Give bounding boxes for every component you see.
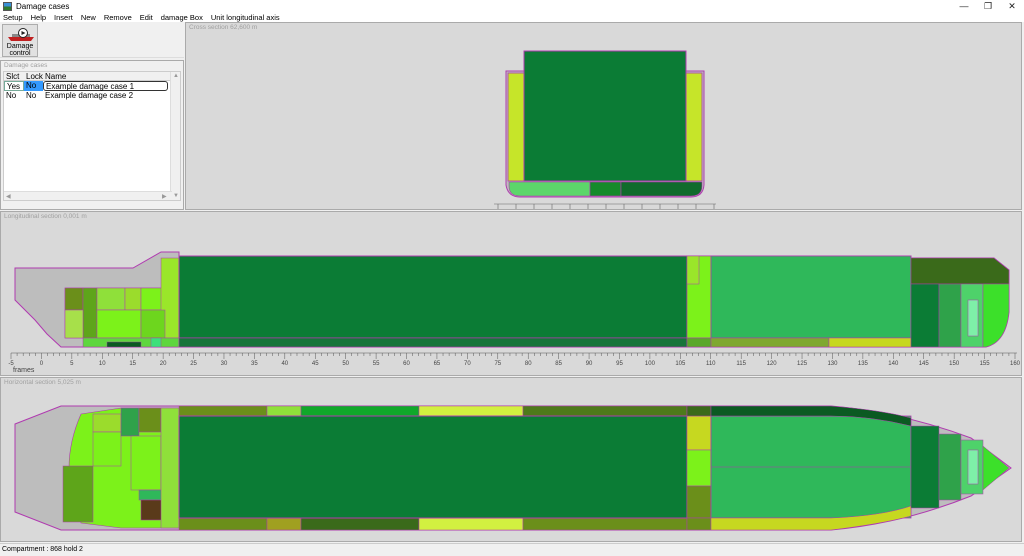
- frame-tick-label: 45: [312, 361, 319, 367]
- frame-tick-label: 65: [434, 361, 441, 367]
- menu-setup[interactable]: Setup: [3, 13, 23, 22]
- table-row[interactable]: No No Example damage case 2: [4, 91, 180, 101]
- menu-bar: Setup Help Insert New Remove Edit damage…: [0, 12, 1024, 22]
- cross-section-view[interactable]: [186, 23, 1023, 211]
- frame-tick-label: 70: [464, 361, 471, 367]
- frame-tick-label: 135: [858, 361, 869, 367]
- damage-control-label: Damage control: [3, 43, 37, 57]
- slct-cell[interactable]: No: [4, 91, 24, 101]
- status-bar: Compartment : 868 hold 2: [0, 543, 1024, 555]
- frame-tick-label: 110: [706, 361, 716, 367]
- horizontal-section-panel[interactable]: Horizontal section 5,025 m: [0, 377, 1022, 542]
- damage-control-label-line2: control: [9, 50, 31, 57]
- frame-tick-label: 0: [40, 361, 44, 367]
- frame-tick-label: 50: [342, 361, 349, 367]
- frame-tick-label: 55: [373, 361, 380, 367]
- close-button[interactable]: ✕: [1000, 0, 1024, 12]
- window-title: Damage cases: [16, 1, 70, 11]
- status-text: Compartment : 868 hold 2: [2, 546, 83, 553]
- frame-tick-label: 155: [980, 361, 991, 367]
- frame-tick-label: 125: [797, 361, 808, 367]
- longitudinal-section-title: Longitudinal section 0,001 m: [4, 213, 87, 220]
- menu-insert[interactable]: Insert: [54, 13, 73, 22]
- frame-tick-label: 160: [1010, 361, 1021, 367]
- menu-help[interactable]: Help: [31, 13, 46, 22]
- frame-tick-label: 140: [888, 361, 899, 367]
- frame-tick-label: 100: [645, 361, 656, 367]
- longitudinal-section-view[interactable]: -5 0 5 10 15 20 25 30 35 40 45 50 55 60 65 70 75 80 85 90 95…: [1, 212, 1023, 377]
- frame-tick-label: 75: [494, 361, 501, 367]
- window-controls: — ❐ ✕: [952, 0, 1024, 12]
- frame-tick-label: 150: [949, 361, 960, 367]
- scroll-up-icon[interactable]: ▲: [173, 73, 179, 79]
- table-row[interactable]: Yes No Example damage case 1: [4, 81, 180, 91]
- frame-tick-label: 90: [586, 361, 593, 367]
- frame-tick-label: 115: [736, 361, 746, 367]
- frame-tick-label: 60: [403, 361, 410, 367]
- col-lock[interactable]: Lock: [24, 72, 43, 81]
- slct-cell[interactable]: Yes: [4, 81, 24, 91]
- frames-axis-label: frames: [13, 367, 35, 374]
- frame-tick-label: 25: [190, 361, 197, 367]
- horizontal-scrollbar[interactable]: ◀ ▶: [4, 191, 172, 200]
- damage-control-label-line1: Damage: [6, 43, 34, 50]
- frame-tick-label: 20: [160, 361, 167, 367]
- app-icon: [3, 1, 12, 11]
- damage-cases-panel: Damage cases Slct Lock Name Yes No Examp…: [0, 60, 184, 210]
- scroll-down-icon[interactable]: ▼: [173, 193, 179, 199]
- name-cell[interactable]: Example damage case 2: [43, 91, 168, 101]
- cross-section-scale: [494, 203, 716, 209]
- frame-tick-label: 130: [827, 361, 838, 367]
- minimize-button[interactable]: —: [952, 0, 976, 12]
- damage-cases-table: Slct Lock Name Yes No Example damage cas…: [3, 71, 181, 201]
- name-cell[interactable]: Example damage case 1: [43, 81, 168, 91]
- scroll-right-icon[interactable]: ▶: [162, 193, 167, 200]
- damage-cases-title: Damage cases: [4, 62, 48, 69]
- toolbar: Damage control: [0, 22, 184, 58]
- frame-tick-label: 5: [70, 361, 74, 367]
- menu-damage-box[interactable]: damage Box: [161, 13, 203, 22]
- longitudinal-section-panel[interactable]: -5 0 5 10 15 20 25 30 35 40 45 50 55 60 65 70 75 80 85 90 95…: [0, 211, 1022, 376]
- damage-control-icon: [8, 28, 34, 41]
- vertical-scrollbar[interactable]: ▲ ▼: [170, 72, 180, 200]
- title-bar: Damage cases — ❐ ✕: [0, 0, 1024, 12]
- menu-edit[interactable]: Edit: [140, 13, 153, 22]
- menu-remove[interactable]: Remove: [104, 13, 132, 22]
- frame-tick-label: 105: [675, 361, 686, 367]
- damage-control-button[interactable]: Damage control: [2, 24, 38, 57]
- lock-cell[interactable]: No: [24, 81, 43, 91]
- scroll-left-icon[interactable]: ◀: [6, 193, 11, 200]
- menu-unit-longitudinal-axis[interactable]: Unit longitudinal axis: [211, 13, 280, 22]
- cross-section-title: Cross section 62,600 m: [189, 24, 258, 31]
- frame-tick-label: 30: [221, 361, 228, 367]
- frame-tick-label: 95: [616, 361, 623, 367]
- horizontal-section-view[interactable]: [1, 378, 1023, 543]
- frame-tick-label: 120: [767, 361, 778, 367]
- frame-tick-label: 85: [555, 361, 562, 367]
- frame-tick-label: 15: [129, 361, 136, 367]
- frame-tick-label: 40: [281, 361, 288, 367]
- frame-tick-label: 80: [525, 361, 532, 367]
- cross-section-panel[interactable]: Cross section 62,600 m: [185, 22, 1022, 210]
- col-slct[interactable]: Slct: [4, 72, 24, 81]
- frame-tick-label: 35: [251, 361, 258, 367]
- frame-tick-label: 145: [919, 361, 930, 367]
- horizontal-section-title: Horizontal section 5,025 m: [4, 379, 81, 386]
- lock-cell[interactable]: No: [24, 91, 43, 101]
- table-header: Slct Lock Name: [4, 72, 180, 81]
- menu-new[interactable]: New: [81, 13, 96, 22]
- frame-ticks: -5 0 5 10 15 20 25 30 35 40 45 50 55 60 65 70 75 80 85 90 95…: [8, 353, 1021, 367]
- restore-button[interactable]: ❐: [976, 0, 1000, 12]
- frame-tick-label: 10: [99, 361, 106, 367]
- col-name[interactable]: Name: [43, 72, 168, 81]
